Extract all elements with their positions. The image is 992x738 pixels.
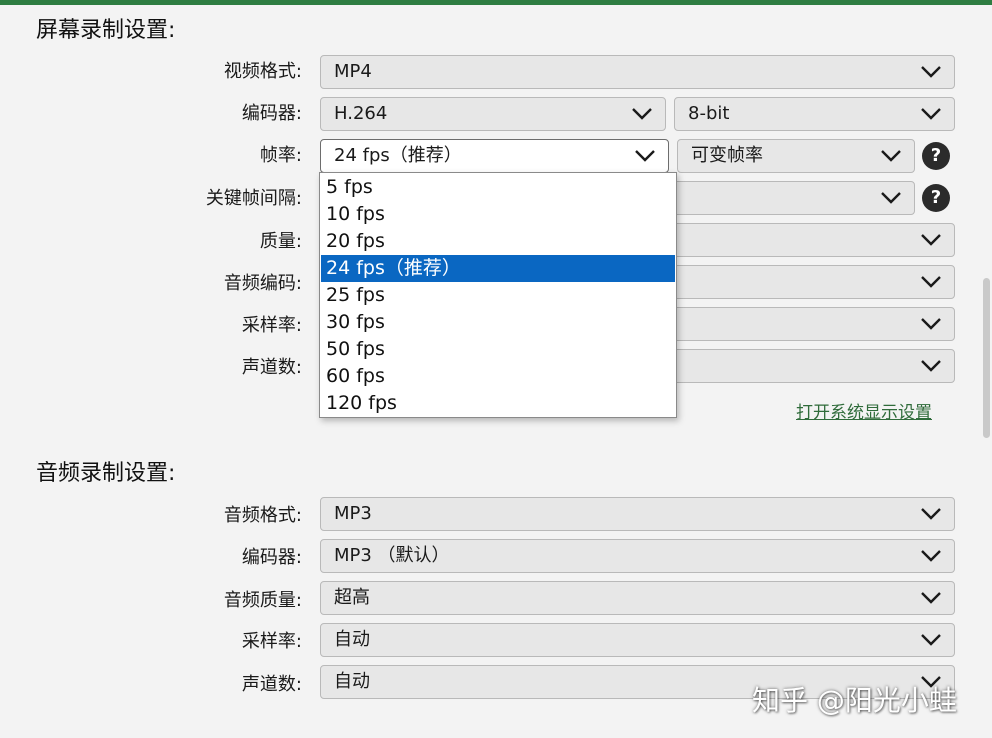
help-icon[interactable]: ? (922, 184, 950, 212)
video-encoder-value: H.264 (334, 103, 388, 124)
video-format-value: MP4 (334, 61, 372, 82)
chevron-down-icon (921, 108, 941, 120)
scrollbar-thumb[interactable] (983, 278, 990, 438)
screen-recording-title: 屏幕录制设置: (36, 18, 176, 43)
audio-encoder-label: 编码器: (241, 547, 302, 568)
audio-format-dropdown[interactable]: MP3 (320, 497, 955, 531)
keyframe-interval-label: 关键帧间隔: (205, 188, 302, 209)
chevron-down-icon (881, 150, 901, 162)
window-top-border (0, 0, 992, 5)
help-icon[interactable]: ? (922, 142, 950, 170)
chevron-down-icon (921, 592, 941, 604)
framerate-option[interactable]: 60 fps (321, 363, 675, 390)
chevron-down-icon (921, 234, 941, 246)
framerate-option[interactable]: 30 fps (321, 309, 675, 336)
framerate-options-list: 5 fps 10 fps 20 fps 24 fps（推荐） 25 fps 30… (319, 172, 677, 418)
audio-quality-dropdown[interactable]: 超高 (320, 581, 955, 615)
framerate-option[interactable]: 50 fps (321, 336, 675, 363)
chevron-down-icon (921, 634, 941, 646)
framerate-value: 24 fps（推荐） (334, 145, 462, 166)
video-encoder-label: 编码器: (241, 103, 302, 124)
framerate-mode-dropdown[interactable]: 可变帧率 (677, 139, 915, 173)
video-format-dropdown[interactable]: MP4 (320, 55, 955, 89)
audio-encoder-value: MP3 （默认） (334, 545, 450, 566)
chevron-down-icon (921, 550, 941, 562)
audio-sample-rate-value: 自动 (334, 629, 370, 650)
chevron-down-icon (921, 360, 941, 372)
audio-channels-label: 声道数: (241, 674, 302, 695)
framerate-option[interactable]: 25 fps (321, 282, 675, 309)
bit-depth-value: 8-bit (688, 103, 730, 124)
framerate-option[interactable]: 5 fps (321, 174, 675, 201)
audio-codec-label: 音频编码: (223, 273, 302, 294)
channels-label: 声道数: (241, 357, 302, 378)
quality-label: 质量: (259, 231, 302, 252)
framerate-mode-value: 可变帧率 (691, 145, 763, 166)
chevron-down-icon (921, 508, 941, 520)
video-format-label: 视频格式: (223, 61, 302, 82)
video-encoder-dropdown[interactable]: H.264 (320, 97, 666, 131)
bit-depth-dropdown[interactable]: 8-bit (674, 97, 955, 131)
framerate-option[interactable]: 20 fps (321, 228, 675, 255)
audio-format-label: 音频格式: (223, 505, 302, 526)
watermark: 知乎 @阳光小蛙 (752, 684, 957, 717)
open-display-settings-link[interactable]: 打开系统显示设置 (796, 398, 932, 423)
audio-format-value: MP3 (334, 503, 372, 524)
chevron-down-icon (921, 276, 941, 288)
chevron-down-icon (921, 66, 941, 78)
audio-encoder-dropdown[interactable]: MP3 （默认） (320, 539, 955, 573)
audio-quality-label: 音频质量: (223, 590, 302, 611)
framerate-option-selected[interactable]: 24 fps（推荐） (321, 255, 675, 282)
chevron-down-icon (921, 318, 941, 330)
audio-sample-rate-label: 采样率: (241, 631, 302, 652)
framerate-label: 帧率: (259, 145, 302, 166)
audio-sample-rate-dropdown[interactable]: 自动 (320, 623, 955, 657)
sample-rate-label: 采样率: (241, 315, 302, 336)
audio-recording-title: 音频录制设置: (36, 461, 176, 486)
audio-quality-value: 超高 (334, 587, 370, 608)
framerate-option[interactable]: 120 fps (321, 390, 675, 417)
chevron-down-icon (632, 108, 652, 120)
framerate-option[interactable]: 10 fps (321, 201, 675, 228)
chevron-down-icon (881, 192, 901, 204)
framerate-dropdown[interactable]: 24 fps（推荐） (320, 139, 669, 173)
chevron-down-icon (635, 150, 655, 162)
audio-channels-value: 自动 (334, 671, 370, 692)
